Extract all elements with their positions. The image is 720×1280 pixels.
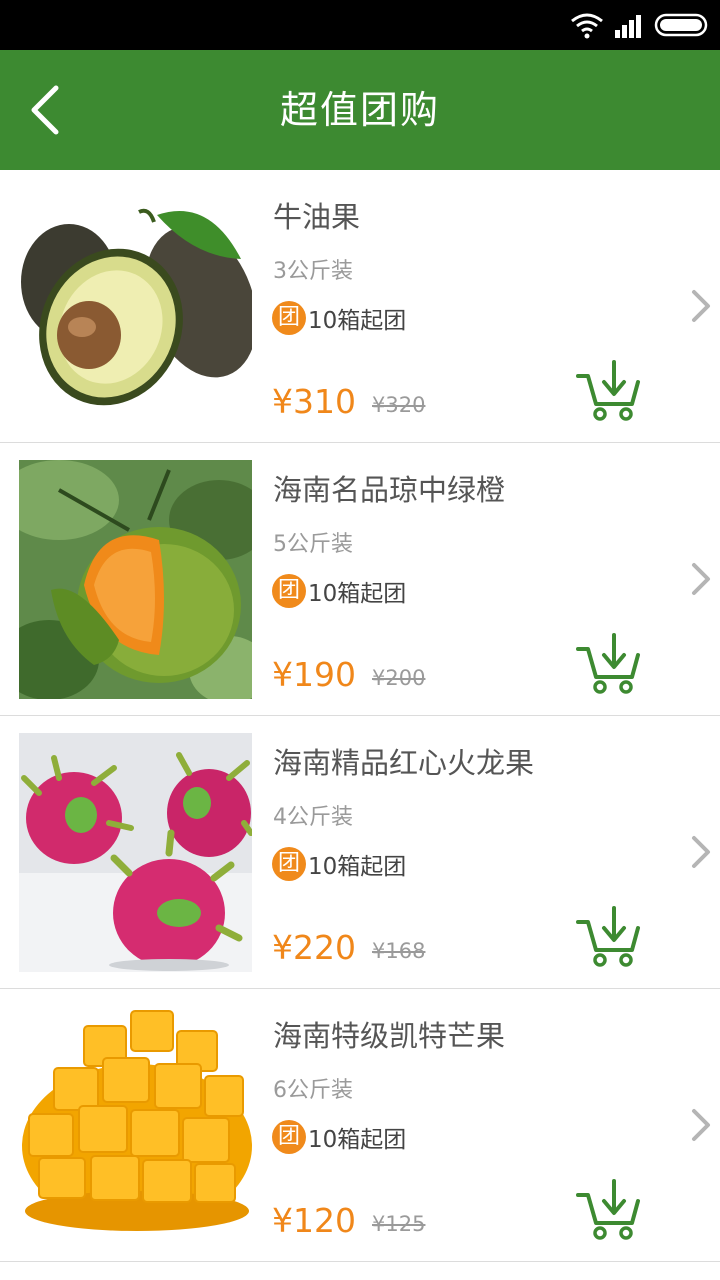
product-image-dragon-fruit	[19, 733, 252, 972]
add-to-cart-icon[interactable]	[574, 633, 642, 695]
product-spec: 6公斤装	[273, 1078, 353, 1103]
product-name: 牛油果	[273, 200, 361, 234]
price-current: ¥310	[272, 382, 356, 421]
add-to-cart-icon[interactable]	[574, 360, 642, 422]
product-name: 海南特级凯特芒果	[273, 1019, 506, 1053]
group-buy-icon: 团	[272, 847, 306, 881]
price-current: ¥120	[272, 1201, 356, 1240]
add-to-cart-icon[interactable]	[574, 906, 642, 968]
price-current: ¥220	[272, 928, 356, 967]
chevron-right-icon	[692, 836, 710, 868]
chevron-right-icon	[692, 563, 710, 595]
chevron-right-icon	[692, 1109, 710, 1141]
product-list: 牛油果 3公斤装 团 10箱起团 ¥310 ¥320 海南名品琼中绿橙 5公斤装…	[0, 170, 720, 1262]
group-badge: 团 10箱起团	[272, 573, 406, 609]
group-min-text: 10箱起团	[308, 1127, 407, 1153]
product-name: 海南精品红心火龙果	[273, 746, 535, 780]
group-buy-icon: 团	[272, 301, 306, 335]
product-item-dragon-fruit[interactable]: 海南精品红心火龙果 4公斤装 团 10箱起团 ¥220 ¥168	[0, 716, 720, 989]
signal-icon	[615, 15, 641, 38]
group-min-text: 10箱起团	[308, 308, 407, 334]
group-buy-icon: 团	[272, 1120, 306, 1154]
add-to-cart-icon[interactable]	[574, 1179, 642, 1241]
group-buy-icon: 团	[272, 574, 306, 608]
product-name: 海南名品琼中绿橙	[273, 473, 506, 507]
product-item-mango[interactable]: 海南特级凯特芒果 6公斤装 团 10箱起团 ¥120 ¥125	[0, 989, 720, 1262]
group-badge: 团 10箱起团	[272, 846, 406, 882]
app-header: 超值团购	[0, 50, 720, 170]
price-original: ¥200	[372, 666, 426, 690]
status-bar	[0, 0, 720, 50]
price-original: ¥168	[372, 939, 426, 963]
product-item-green-orange[interactable]: 海南名品琼中绿橙 5公斤装 团 10箱起团 ¥190 ¥200	[0, 443, 720, 716]
battery-icon	[654, 13, 708, 37]
product-image-mango	[19, 1006, 252, 1245]
price-current: ¥190	[272, 655, 356, 694]
back-arrow-icon[interactable]	[18, 78, 78, 142]
product-item-avocado[interactable]: 牛油果 3公斤装 团 10箱起团 ¥310 ¥320	[0, 170, 720, 443]
chevron-right-icon	[692, 290, 710, 322]
price-original: ¥125	[372, 1212, 426, 1236]
product-spec: 5公斤装	[273, 532, 353, 557]
wifi-icon	[571, 13, 603, 39]
group-min-text: 10箱起团	[308, 581, 407, 607]
group-badge: 团 10箱起团	[272, 1119, 406, 1155]
product-image-green-orange	[19, 460, 252, 699]
product-spec: 4公斤装	[273, 805, 353, 830]
product-image-avocado	[19, 187, 252, 426]
group-min-text: 10箱起团	[308, 854, 407, 880]
group-badge: 团 10箱起团	[272, 300, 406, 336]
page-title: 超值团购	[279, 88, 440, 132]
price-original: ¥320	[372, 393, 426, 417]
product-spec: 3公斤装	[273, 259, 353, 284]
